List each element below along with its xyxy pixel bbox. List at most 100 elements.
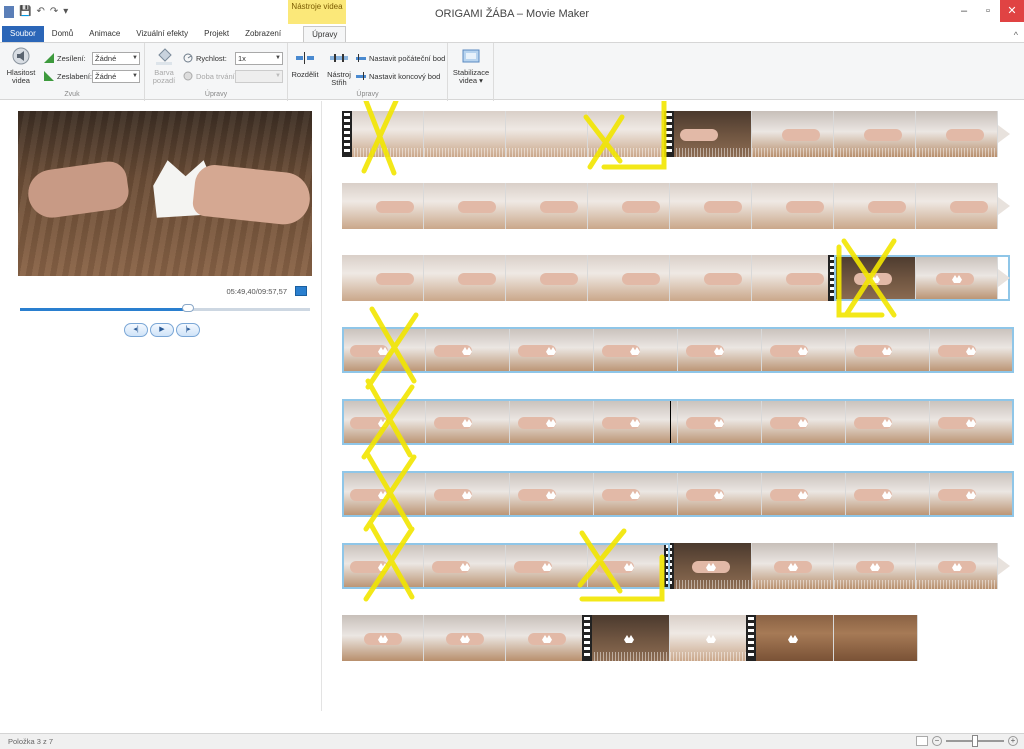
tab-view[interactable]: Zobrazení bbox=[237, 26, 289, 42]
clip-frame[interactable] bbox=[834, 111, 916, 157]
clip-frame[interactable] bbox=[588, 111, 670, 157]
video-preview[interactable] bbox=[18, 111, 312, 276]
tab-visual-effects[interactable]: Vizuální efekty bbox=[128, 26, 196, 42]
clip-frame[interactable] bbox=[930, 471, 1014, 517]
clip-frame[interactable] bbox=[762, 471, 846, 517]
fade-out-select[interactable]: Žádné ▼ bbox=[92, 70, 140, 83]
clip-frame[interactable] bbox=[752, 111, 834, 157]
clip-frame[interactable] bbox=[424, 111, 506, 157]
play-button[interactable]: ▶ bbox=[150, 323, 174, 337]
clip-frame[interactable] bbox=[916, 183, 998, 229]
clip-frame[interactable] bbox=[426, 471, 510, 517]
clip-frame[interactable] bbox=[424, 543, 506, 589]
clip-frame[interactable] bbox=[342, 399, 426, 445]
next-frame-button[interactable]: |▸ bbox=[176, 323, 200, 337]
clip-frame[interactable] bbox=[342, 615, 424, 661]
clip-frame[interactable] bbox=[916, 255, 998, 301]
set-end-point-button[interactable]: Nastavit koncový bod bbox=[356, 71, 440, 81]
clip-frame[interactable] bbox=[342, 255, 424, 301]
clip-frame[interactable] bbox=[588, 255, 670, 301]
clip-frame[interactable] bbox=[510, 399, 594, 445]
playhead[interactable] bbox=[670, 399, 671, 445]
speed-select[interactable]: 1x ▼ bbox=[235, 52, 283, 65]
clip-frame[interactable] bbox=[930, 327, 1014, 373]
clip-frame[interactable] bbox=[834, 255, 916, 301]
clip-frame[interactable] bbox=[342, 471, 426, 517]
clip-frame[interactable] bbox=[342, 111, 424, 157]
clip-frame[interactable] bbox=[670, 543, 752, 589]
clip-frame[interactable] bbox=[930, 399, 1014, 445]
background-color-button[interactable]: Barva pozadí bbox=[147, 47, 181, 85]
clip-frame[interactable] bbox=[506, 255, 588, 301]
close-button[interactable]: ✕ bbox=[1000, 0, 1024, 22]
clip-frame[interactable] bbox=[834, 615, 918, 661]
zoom-out-button[interactable]: − bbox=[932, 736, 942, 746]
clip-frame[interactable] bbox=[762, 327, 846, 373]
seek-thumb[interactable] bbox=[182, 304, 195, 312]
clip-frame[interactable] bbox=[426, 399, 510, 445]
clip-frame[interactable] bbox=[846, 399, 930, 445]
clip-frame[interactable] bbox=[670, 183, 752, 229]
clip-frame[interactable] bbox=[752, 183, 834, 229]
clip-frame[interactable] bbox=[342, 327, 426, 373]
split-button[interactable]: Rozdělit bbox=[290, 49, 320, 79]
clip-frame[interactable] bbox=[678, 399, 762, 445]
clip-frame[interactable] bbox=[752, 543, 834, 589]
clip-frame[interactable] bbox=[916, 543, 998, 589]
clip-frame[interactable] bbox=[510, 327, 594, 373]
clip-frame[interactable] bbox=[588, 543, 670, 589]
storyboard-row bbox=[342, 255, 1010, 301]
clip-frame[interactable] bbox=[510, 471, 594, 517]
clip-frame[interactable] bbox=[424, 183, 506, 229]
clip-frame[interactable] bbox=[670, 615, 752, 661]
clip-frame[interactable] bbox=[670, 255, 752, 301]
fullscreen-icon[interactable] bbox=[295, 286, 307, 296]
thumbnail-size-icon[interactable] bbox=[916, 736, 928, 746]
clip-frame[interactable] bbox=[588, 615, 670, 661]
clip-frame[interactable] bbox=[846, 327, 930, 373]
clip-frame[interactable] bbox=[678, 327, 762, 373]
clip-frame[interactable] bbox=[670, 111, 752, 157]
clip-frame[interactable] bbox=[342, 183, 424, 229]
clip-frame[interactable] bbox=[506, 111, 588, 157]
restore-button[interactable]: ▫ bbox=[976, 0, 1000, 22]
clip-frame[interactable] bbox=[916, 111, 998, 157]
clip-frame[interactable] bbox=[594, 471, 678, 517]
clip-frame[interactable] bbox=[678, 471, 762, 517]
minimize-button[interactable]: – bbox=[952, 0, 976, 22]
clip-frame[interactable] bbox=[426, 327, 510, 373]
tab-animations[interactable]: Animace bbox=[81, 26, 128, 42]
clip-frame[interactable] bbox=[506, 183, 588, 229]
seek-progress bbox=[20, 308, 189, 311]
tab-home[interactable]: Domů bbox=[44, 26, 81, 42]
zoom-slider-thumb[interactable] bbox=[972, 735, 978, 747]
clip-frame[interactable] bbox=[834, 183, 916, 229]
trim-tool-button[interactable]: Nástroj Střih bbox=[324, 49, 354, 87]
clip-frame[interactable] bbox=[846, 471, 930, 517]
seek-bar[interactable] bbox=[20, 308, 310, 311]
video-volume-button[interactable]: Hlasitost videa bbox=[2, 47, 40, 85]
tab-file[interactable]: Soubor bbox=[2, 26, 44, 42]
collapse-ribbon-icon[interactable]: ^ bbox=[1014, 30, 1018, 40]
clip-frame[interactable] bbox=[752, 615, 834, 661]
zoom-in-button[interactable]: + bbox=[1008, 736, 1018, 746]
zoom-slider[interactable] bbox=[946, 735, 1004, 747]
clip-frame[interactable] bbox=[424, 255, 506, 301]
clip-frame[interactable] bbox=[424, 615, 506, 661]
clip-frame[interactable] bbox=[762, 399, 846, 445]
set-start-point-button[interactable]: Nastavit počáteční bod bbox=[356, 53, 445, 63]
clip-frame[interactable] bbox=[342, 543, 424, 589]
clip-frame[interactable] bbox=[506, 543, 588, 589]
previous-frame-button[interactable]: ◂| bbox=[124, 323, 148, 337]
clip-frame[interactable] bbox=[834, 543, 916, 589]
clip-frame[interactable] bbox=[588, 183, 670, 229]
tab-project[interactable]: Projekt bbox=[196, 26, 237, 42]
clip-frame[interactable] bbox=[506, 615, 588, 661]
clip-frame[interactable] bbox=[752, 255, 834, 301]
clip-frame[interactable] bbox=[594, 327, 678, 373]
tab-edit[interactable]: Úpravy bbox=[303, 26, 347, 42]
duration-select[interactable]: ▼ bbox=[235, 70, 283, 83]
clip-frame[interactable] bbox=[594, 399, 678, 445]
stabilize-video-button[interactable]: Stabilizace videa ▾ bbox=[450, 47, 492, 85]
fade-in-select[interactable]: Žádné ▼ bbox=[92, 52, 140, 65]
